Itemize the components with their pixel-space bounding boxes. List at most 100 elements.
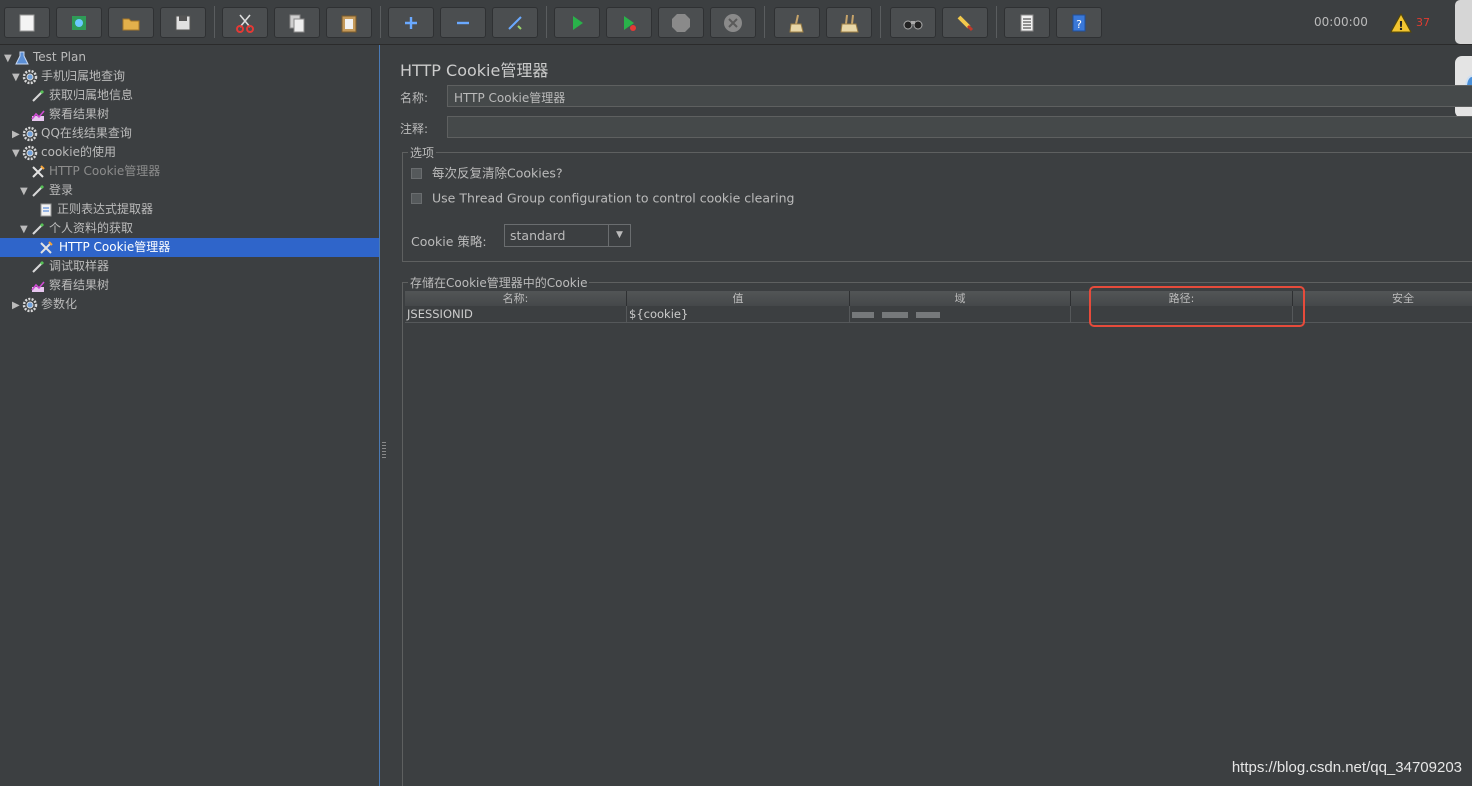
gear-icon bbox=[22, 145, 38, 161]
redacted-text bbox=[882, 311, 908, 318]
name-field[interactable]: HTTP Cookie管理器 bbox=[447, 85, 1472, 107]
tree-node-label: 调试取样器 bbox=[49, 259, 110, 273]
scissors-icon bbox=[236, 13, 254, 33]
svg-text:!: ! bbox=[1398, 19, 1403, 33]
function-helper-button[interactable] bbox=[1004, 7, 1050, 38]
stop-icon bbox=[672, 13, 690, 32]
clear-all-button[interactable] bbox=[826, 7, 872, 38]
tree-node[interactable]: ▼ 登录 bbox=[20, 181, 73, 200]
reset-search-button[interactable] bbox=[942, 7, 988, 38]
redacted-text bbox=[916, 311, 940, 318]
warning-icon[interactable]: ! bbox=[1390, 13, 1412, 33]
help-button[interactable]: ? bbox=[1056, 7, 1102, 38]
copy-button[interactable] bbox=[274, 7, 320, 38]
tree-node[interactable]: 调试取样器 bbox=[20, 257, 109, 276]
flask-icon bbox=[14, 50, 30, 66]
pipette-icon bbox=[30, 183, 46, 199]
table-header: 名称: 值 域 路径: 安全 bbox=[405, 291, 1472, 306]
redacted-text bbox=[852, 311, 874, 318]
save-button[interactable] bbox=[160, 7, 206, 38]
tree-node[interactable]: ▶ QQ在线结果查询 bbox=[12, 124, 132, 143]
column-header-secure[interactable]: 安全 bbox=[1293, 291, 1472, 306]
use-thread-group-option[interactable]: Use Thread Group configuration to contro… bbox=[411, 190, 794, 206]
elapsed-time: 00:00:00 bbox=[1314, 15, 1368, 29]
play-no-pause-icon bbox=[624, 15, 636, 31]
use-thread-group-checkbox[interactable] bbox=[411, 193, 422, 204]
tree-node[interactable]: 正则表达式提取器 bbox=[28, 200, 153, 219]
paste-button[interactable] bbox=[326, 7, 372, 38]
open-folder-icon bbox=[122, 18, 140, 30]
collapsed-arrow-icon[interactable]: ▶ bbox=[12, 296, 22, 315]
start-no-pause-button[interactable] bbox=[606, 7, 652, 38]
pipette-icon bbox=[30, 88, 46, 104]
clear-each-iteration-checkbox[interactable] bbox=[411, 168, 422, 179]
stop-button[interactable] bbox=[658, 7, 704, 38]
copy-icon bbox=[289, 14, 305, 32]
graph-icon bbox=[30, 278, 46, 294]
tree-node-label: 参数化 bbox=[41, 297, 78, 311]
tree-node-label: cookie的使用 bbox=[41, 145, 116, 159]
toolbar: ? 00:00:00 ! 37 bbox=[0, 0, 1472, 45]
tree-node[interactable]: HTTP Cookie管理器 bbox=[20, 162, 160, 181]
tree-node[interactable]: 察看结果树 bbox=[20, 276, 109, 295]
tree-node[interactable]: ▼ 手机归属地查询 bbox=[12, 67, 125, 86]
svg-text:?: ? bbox=[1076, 18, 1082, 31]
tree-node[interactable]: 察看结果树 bbox=[20, 105, 109, 124]
templates-button[interactable] bbox=[56, 7, 102, 38]
column-header-value[interactable]: 值 bbox=[627, 291, 850, 306]
expanded-arrow-icon[interactable]: ▼ bbox=[20, 220, 30, 239]
table-row[interactable]: JSESSIONID ${cookie} bbox=[405, 306, 1472, 323]
watermark: https://blog.csdn.net/qq_34709203 bbox=[1231, 759, 1462, 776]
cookie-domain-cell[interactable] bbox=[850, 306, 1071, 323]
collapsed-arrow-icon[interactable]: ▶ bbox=[12, 125, 22, 144]
cookie-policy-select[interactable]: standard ▼ bbox=[504, 224, 631, 247]
search-button[interactable] bbox=[890, 7, 936, 38]
tools-icon bbox=[38, 240, 54, 256]
cut-button[interactable] bbox=[222, 7, 268, 38]
column-header-domain[interactable]: 域 bbox=[850, 291, 1071, 306]
tree-node[interactable]: ▶ 参数化 bbox=[12, 295, 77, 314]
clear-button[interactable] bbox=[774, 7, 820, 38]
tree-node[interactable]: ▼ 个人资料的获取 bbox=[20, 219, 133, 238]
expanded-arrow-icon[interactable]: ▼ bbox=[20, 182, 30, 201]
pipette-icon bbox=[30, 259, 46, 275]
cookie-name-cell[interactable]: JSESSIONID bbox=[405, 306, 627, 323]
column-header-name[interactable]: 名称: bbox=[405, 291, 627, 306]
tree-node[interactable]: 获取归属地信息 bbox=[20, 86, 133, 105]
tree-node-label: Test Plan bbox=[33, 50, 86, 64]
new-button[interactable] bbox=[4, 7, 50, 38]
tree-node-label: 手机归属地查询 bbox=[41, 69, 126, 83]
side-panel-tab[interactable] bbox=[1455, 0, 1472, 44]
gear-icon bbox=[22, 126, 38, 142]
tree-node-label: 个人资料的获取 bbox=[49, 221, 134, 235]
cookie-policy-value: standard bbox=[510, 228, 566, 243]
tree-node[interactable]: HTTP Cookie管理器 bbox=[28, 238, 173, 257]
shutdown-button[interactable] bbox=[710, 7, 756, 38]
tree-node-label: 正则表达式提取器 bbox=[57, 202, 154, 216]
expanded-arrow-icon[interactable]: ▼ bbox=[12, 68, 22, 87]
start-button[interactable] bbox=[554, 7, 600, 38]
cookie-value-cell[interactable]: ${cookie} bbox=[627, 306, 850, 323]
cookies-group: 存储在Cookie管理器中的Cookie 名称: 值 域 路径: 安全 JSES… bbox=[402, 274, 1472, 786]
cookies-title: 存储在Cookie管理器中的Cookie bbox=[408, 274, 590, 291]
clear-each-iteration-option[interactable]: 每次反复清除Cookies? bbox=[411, 165, 563, 181]
shutdown-icon bbox=[724, 13, 742, 32]
tree-node-label: 察看结果树 bbox=[49, 278, 110, 292]
expanded-arrow-icon[interactable]: ▼ bbox=[12, 144, 22, 163]
expand-button[interactable] bbox=[388, 7, 434, 38]
warning-count[interactable]: 37 bbox=[1416, 16, 1430, 29]
toggle-button[interactable] bbox=[492, 7, 538, 38]
clipboard-icon bbox=[341, 15, 357, 32]
help-icon: ? bbox=[1072, 14, 1086, 31]
tree-node[interactable]: ▼ cookie的使用 bbox=[12, 143, 116, 162]
tree-node[interactable]: ▼ Test Plan bbox=[4, 48, 86, 67]
brush-icon bbox=[957, 15, 974, 31]
open-button[interactable] bbox=[108, 7, 154, 38]
expanded-arrow-icon[interactable]: ▼ bbox=[4, 49, 14, 68]
comment-field[interactable] bbox=[447, 116, 1472, 138]
list-icon bbox=[1020, 14, 1034, 31]
cookie-manager-panel: HTTP Cookie管理器 名称: HTTP Cookie管理器 注释: 选项… bbox=[386, 45, 1472, 786]
tools-icon bbox=[30, 164, 46, 180]
collapse-button[interactable] bbox=[440, 7, 486, 38]
cookie-secure-cell[interactable] bbox=[1293, 306, 1472, 323]
